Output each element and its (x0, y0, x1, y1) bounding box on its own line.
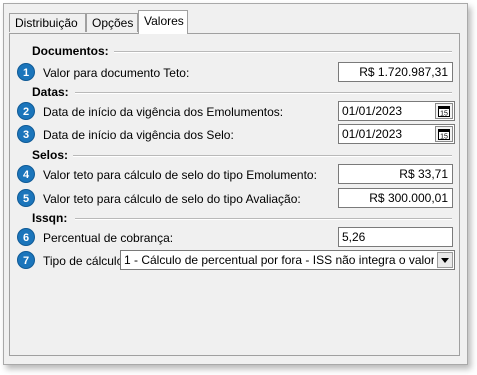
step-badge-4: 4 (17, 165, 35, 183)
dropdown-button[interactable] (437, 252, 453, 268)
step-badge-1: 1 (17, 63, 35, 81)
tipo-calculo-value: 1 - Cálculo de percentual por fora - ISS… (124, 253, 434, 267)
calendar-icon: 15 (438, 106, 450, 118)
svg-text:15: 15 (440, 111, 448, 118)
teto-selo-avaliacao-field[interactable] (338, 188, 453, 208)
section-divider (75, 92, 452, 94)
tab-opcoes[interactable]: Opções (86, 13, 138, 32)
section-documentos-title: Documentos: (32, 44, 109, 58)
step-badge-6: 6 (17, 228, 35, 246)
teto-selo-avaliacao-label: Valor teto para cálculo de selo do tipo … (43, 192, 301, 206)
calendar-button[interactable]: 15 (435, 103, 453, 119)
data-vigencia-emolumentos-label: Data de início da vigência dos Emolument… (43, 105, 284, 119)
step-badge-7: 7 (17, 251, 35, 269)
percentual-cobranca-field[interactable] (338, 227, 453, 247)
settings-window: Distribuição Opções Valores Documentos: … (3, 3, 468, 365)
section-divider (73, 155, 452, 157)
section-selos-title: Selos: (32, 148, 69, 162)
step-badge-3: 3 (17, 125, 35, 143)
data-vigencia-selo-label: Data de início da vigência dos Selo: (43, 128, 234, 142)
tab-distribuicao[interactable]: Distribuição (9, 13, 86, 32)
data-vigencia-selo-value: 01/01/2023 (342, 127, 403, 141)
section-divider (75, 218, 452, 220)
calendar-icon: 15 (438, 129, 450, 141)
step-badge-2: 2 (17, 102, 35, 120)
step-badge-5: 5 (17, 189, 35, 207)
tipo-calculo-select[interactable]: 1 - Cálculo de percentual por fora - ISS… (120, 250, 455, 270)
section-datas-title: Datas: (32, 85, 69, 99)
valor-documento-teto-label: Valor para documento Teto: (43, 66, 190, 80)
data-vigencia-selo-field[interactable]: 01/01/2023 15 (338, 124, 455, 144)
chevron-down-icon (441, 258, 449, 263)
data-vigencia-emolumentos-value: 01/01/2023 (342, 104, 403, 118)
percentual-cobranca-label: Percentual de cobrança: (43, 231, 174, 245)
section-issqn-title: Issqn: (32, 211, 68, 225)
teto-selo-emolumento-field[interactable] (338, 164, 453, 184)
tab-panel-valores: Documentos: 1 Valor para documento Teto:… (9, 33, 460, 356)
svg-text:15: 15 (440, 134, 448, 141)
tipo-calculo-label: Tipo de cálculo: (43, 254, 127, 268)
valor-documento-teto-field[interactable] (338, 62, 453, 82)
teto-selo-emolumento-label: Valor teto para cálculo de selo do tipo … (43, 168, 317, 182)
data-vigencia-emolumentos-field[interactable]: 01/01/2023 15 (338, 101, 455, 121)
section-divider (114, 51, 452, 53)
tab-valores[interactable]: Valores (138, 10, 188, 34)
calendar-button[interactable]: 15 (435, 126, 453, 142)
